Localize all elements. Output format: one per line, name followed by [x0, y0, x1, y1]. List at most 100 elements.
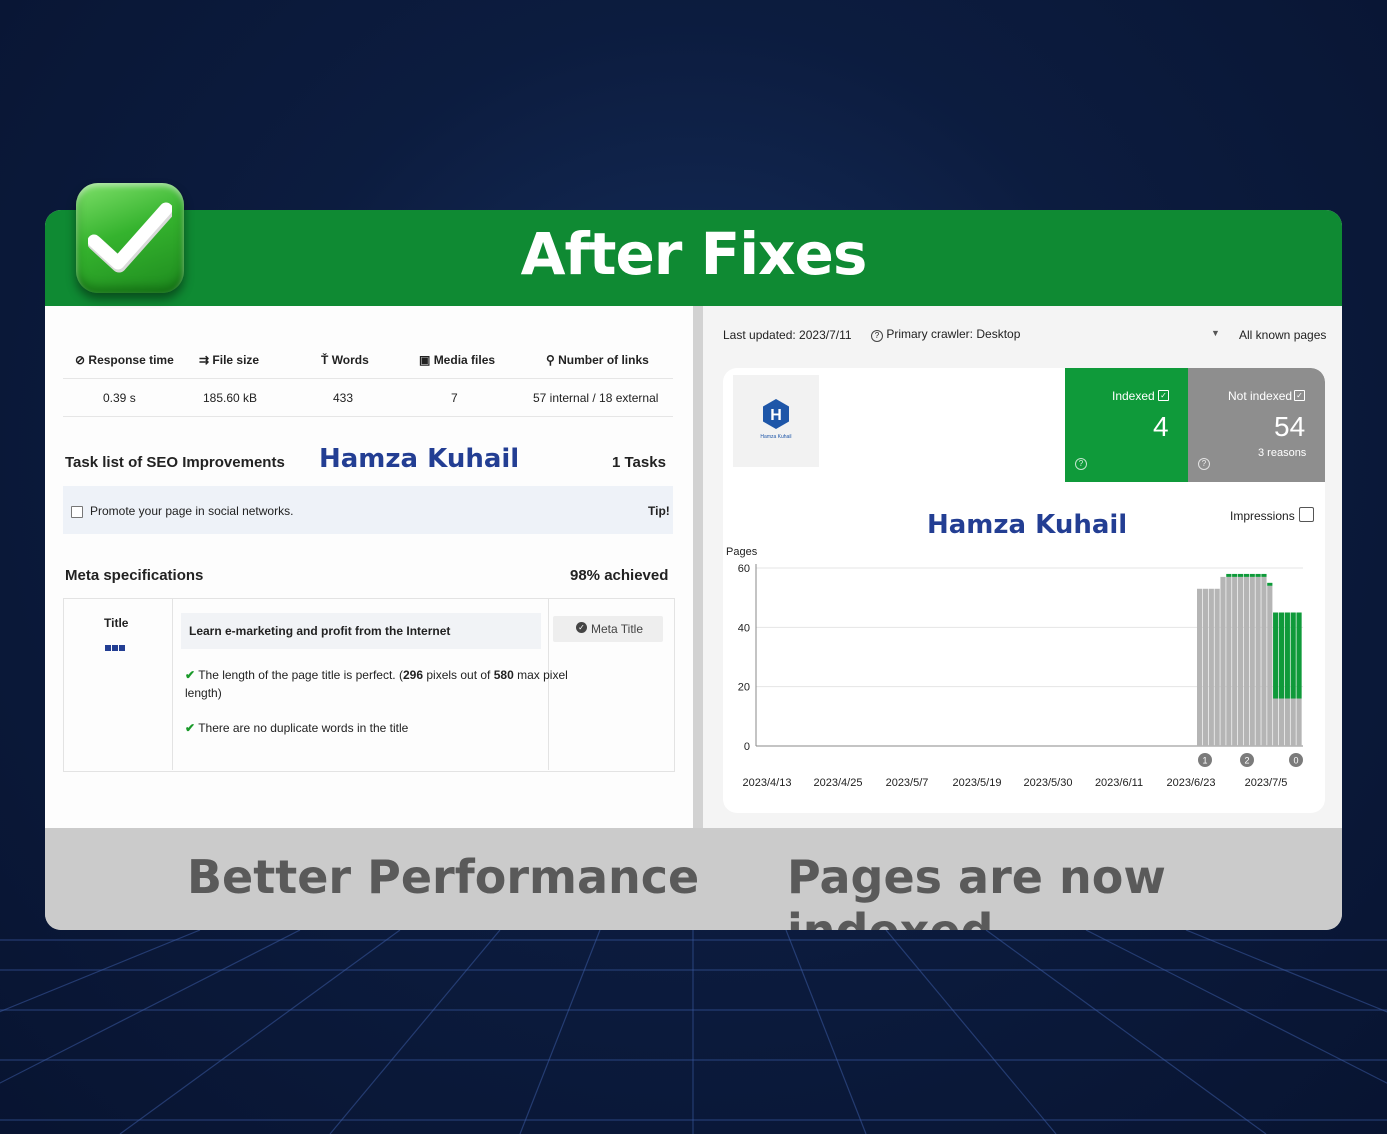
links-header: ⚲ Number of links: [546, 353, 649, 367]
indexing-panel: Last updated: 2023/7/11 ? Primary crawle…: [703, 306, 1342, 828]
panel-divider: [693, 306, 703, 828]
last-updated: Last updated: 2023/7/11: [723, 328, 852, 342]
bar-segment: [1284, 698, 1290, 746]
x-tick-label: 2023/7/5: [1245, 777, 1288, 789]
x-tick-label: 2023/5/30: [1024, 777, 1073, 789]
score-bars-icon: [105, 638, 125, 656]
banner-title: After Fixes: [520, 220, 868, 288]
task-list-title: Task list of SEO Improvements: [65, 454, 285, 471]
bar-segment: [1296, 612, 1302, 699]
bar-segment: [1249, 576, 1255, 746]
meta-col-divider: [172, 598, 173, 770]
image-icon: ▣: [419, 353, 431, 367]
x-tick-label: 2023/6/11: [1095, 777, 1143, 789]
clock-icon: ⊘: [75, 353, 86, 367]
watermark-signature: Hamza Kuhail: [319, 444, 520, 474]
annotation-label: 1: [1202, 756, 1207, 766]
title-length-check: ✔ The length of the page title is perfec…: [185, 668, 568, 682]
x-tick-label: 2023/6/23: [1167, 777, 1216, 789]
file-size-header: ⇉ File size: [199, 353, 260, 367]
stats-divider: [63, 378, 673, 379]
bar-segment: [1214, 588, 1220, 746]
x-tick-label: 2023/5/7: [886, 777, 929, 789]
x-tick-label: 2023/4/25: [814, 777, 863, 789]
header-banner: After Fixes: [45, 210, 1342, 306]
link-icon: ⚲: [546, 353, 555, 367]
crawler-info: ? Primary crawler: Desktop: [871, 327, 1020, 342]
scope-select[interactable]: All known pages: [1239, 328, 1326, 342]
title-value-box: Learn e-marketing and profit from the In…: [181, 613, 541, 649]
duplicate-words-check: ✔ There are no duplicate words in the ti…: [185, 721, 409, 735]
links-value: 57 internal / 18 external: [533, 391, 659, 405]
bar-segment: [1261, 573, 1267, 577]
meta-score: 98% achieved: [570, 567, 669, 584]
words-value: 433: [333, 391, 354, 405]
bar-segment: [1278, 698, 1285, 746]
bar-segment: [1273, 698, 1279, 746]
success-check-icon: [76, 183, 184, 293]
y-tick-label: 40: [738, 622, 750, 634]
task-checkbox[interactable]: [71, 506, 83, 518]
bar-segment: [1208, 588, 1214, 746]
annotation-label: 0: [1293, 756, 1298, 766]
bar-segment: [1267, 582, 1273, 586]
comparison-card: After Fixes ⊘ Response time ⇉ File size …: [45, 210, 1342, 930]
bar-segment: [1249, 573, 1255, 577]
x-tick-label: 2023/5/19: [953, 777, 1002, 789]
file-size-icon: ⇉: [199, 353, 210, 367]
media-files-value: 7: [451, 391, 458, 405]
bar-segment: [1278, 612, 1285, 699]
bar-segment: [1255, 573, 1261, 577]
task-item-row: Promote your page in social networks. Ti…: [63, 486, 673, 534]
bar-segment: [1197, 588, 1203, 746]
bar-segment: [1255, 576, 1261, 746]
file-size-value: 185.60 kB: [203, 391, 258, 405]
bar-segment: [1237, 576, 1244, 746]
dropdown-arrow-icon[interactable]: ▼: [1211, 328, 1220, 338]
left-caption: Better Performance: [187, 850, 700, 904]
check-icon: ✔: [185, 668, 196, 682]
title-label: Title: [104, 616, 129, 630]
index-summary-card: H Hamza Kuhail Indexed ✓ 4 ? Not indexed…: [723, 368, 1325, 813]
bar-segment: [1226, 576, 1232, 746]
bar-segment: [1273, 612, 1279, 699]
bar-segment: [1202, 588, 1209, 746]
bar-segment: [1232, 573, 1238, 577]
task-item-label: Promote your page in social networks.: [90, 504, 294, 518]
meta-title-label: Meta Title: [591, 622, 644, 636]
bar-segment: [1290, 612, 1296, 699]
check-circle-icon: ✓: [576, 622, 587, 633]
x-tick-label: 2023/4/13: [743, 777, 792, 789]
annotation-label: 2: [1244, 756, 1249, 766]
background-grid: [0, 930, 1387, 1134]
media-files-header: ▣ Media files: [419, 353, 496, 367]
words-header: Ť Words: [321, 353, 369, 367]
meta-title-button[interactable]: ✓ Meta Title: [553, 616, 663, 642]
response-time-value: 0.39 s: [103, 391, 136, 405]
seo-audit-panel: ⊘ Response time ⇉ File size Ť Words ▣ Me…: [45, 306, 693, 828]
stats-bottom-divider: [63, 416, 673, 417]
help-icon: ?: [871, 330, 883, 342]
y-tick-label: 20: [738, 682, 750, 694]
bar-segment: [1290, 698, 1296, 746]
meta-col-divider-2: [548, 598, 549, 770]
bar-segment: [1261, 576, 1267, 746]
bar-segment: [1220, 576, 1226, 746]
bar-segment: [1284, 612, 1290, 699]
bar-segment: [1243, 576, 1249, 746]
text-icon: Ť: [321, 353, 329, 367]
title-value: Learn e-marketing and profit from the In…: [189, 624, 451, 638]
bar-segment: [1267, 585, 1273, 746]
task-count: 1 Tasks: [612, 454, 666, 471]
tip-badge: Tip!: [648, 504, 670, 518]
bar-segment: [1296, 698, 1302, 746]
response-time-header: ⊘ Response time: [75, 353, 174, 367]
y-tick-label: 0: [744, 741, 750, 753]
footer-captions: Better Performance Pages are now indexed: [45, 828, 1342, 930]
bar-segment: [1237, 573, 1244, 577]
meta-spec-title: Meta specifications: [65, 567, 204, 584]
y-tick-label: 60: [738, 563, 750, 575]
bar-segment: [1232, 576, 1238, 746]
bar-segment: [1226, 573, 1232, 577]
bar-segment: [1243, 573, 1249, 577]
